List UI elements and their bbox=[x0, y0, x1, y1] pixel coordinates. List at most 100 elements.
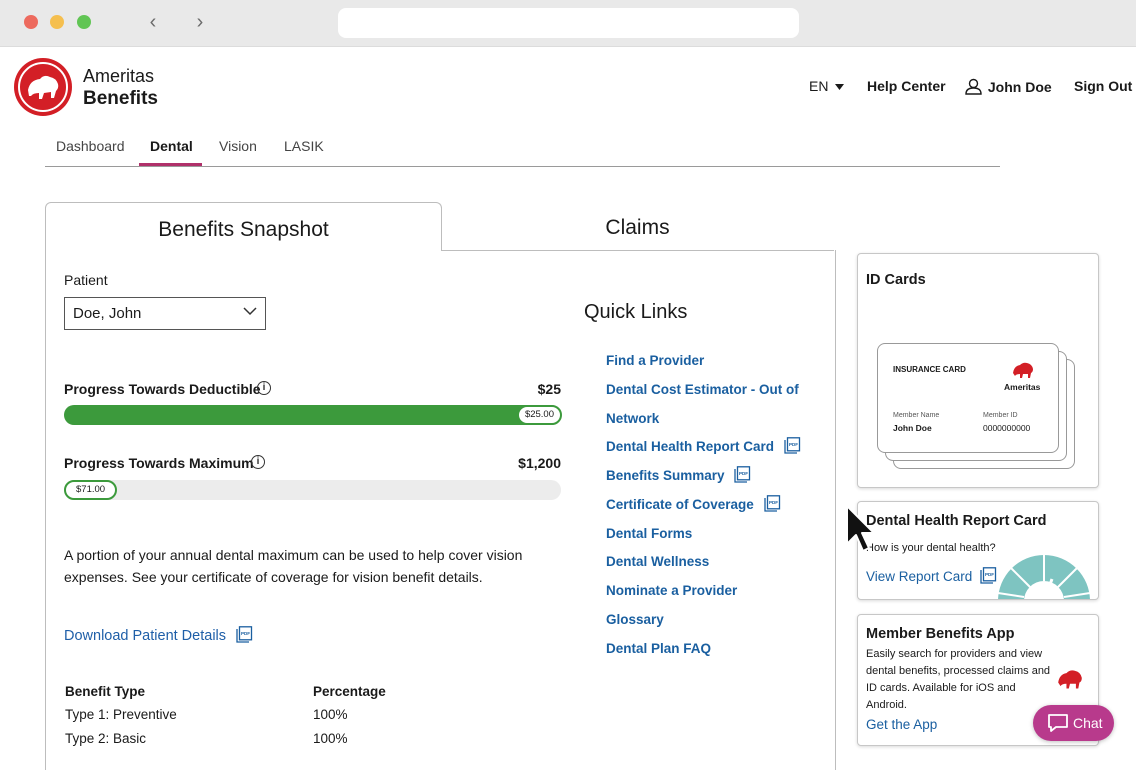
tab-vision[interactable]: Vision bbox=[219, 138, 257, 154]
tab-benefits-snapshot-label: Benefits Snapshot bbox=[158, 218, 329, 241]
member-app-line-1: Easily search for providers and view bbox=[866, 648, 1043, 660]
quick-link-report-card[interactable]: Dental Health Report Card PDF bbox=[606, 432, 801, 461]
member-app-line-2: dental benefits, processed claims and bbox=[866, 665, 1051, 677]
tab-dental[interactable]: Dental bbox=[150, 138, 193, 154]
svg-text:PDF: PDF bbox=[789, 442, 798, 447]
quick-link-find-provider[interactable]: Find a Provider bbox=[606, 346, 704, 375]
back-arrow-icon[interactable]: ‹ bbox=[143, 11, 163, 34]
deductible-progress-fill bbox=[64, 405, 561, 425]
browser-titlebar: ‹ › bbox=[0, 0, 1136, 47]
maximum-label: Progress Towards Maximum bbox=[64, 455, 254, 471]
download-patient-details-link[interactable]: Download Patient Details PDF bbox=[64, 626, 253, 644]
tab-claims[interactable]: Claims bbox=[441, 202, 834, 251]
pdf-icon: PDF bbox=[784, 437, 800, 454]
deductible-label: Progress Towards Deductible bbox=[64, 381, 261, 397]
quick-links-title: Quick Links bbox=[584, 301, 688, 323]
table-cell: 100% bbox=[313, 731, 348, 746]
member-app-title: Member Benefits App bbox=[866, 626, 1015, 642]
maximum-value-pill: $71.00 bbox=[64, 480, 118, 500]
health-gauge-icon bbox=[997, 555, 1091, 599]
brand-subtitle: Benefits bbox=[83, 88, 158, 109]
report-card-title: Dental Health Report Card bbox=[866, 513, 1047, 529]
view-report-card-link[interactable]: View Report Card PDF bbox=[866, 567, 997, 584]
quick-link-cost-estimator[interactable]: Dental Cost Estimator - Out of bbox=[606, 375, 799, 404]
member-app-line-4: Android. bbox=[866, 699, 907, 711]
info-icon[interactable]: i bbox=[251, 455, 265, 469]
user-menu[interactable]: John Doe bbox=[965, 78, 1052, 95]
deductible-value-pill: $25.00 bbox=[516, 405, 562, 425]
pdf-icon: PDF bbox=[734, 466, 751, 483]
ameritas-logo-icon[interactable] bbox=[14, 58, 72, 116]
member-name-label: Member Name bbox=[893, 412, 940, 419]
quick-link-certificate-label: Certificate of Coverage bbox=[606, 497, 754, 512]
quick-link-benefits-summary[interactable]: Benefits Summary PDF bbox=[606, 461, 751, 490]
close-window-button[interactable] bbox=[24, 15, 38, 29]
tab-lasik[interactable]: LASIK bbox=[284, 138, 324, 154]
report-card-question: How is your dental health? bbox=[866, 542, 996, 554]
bison-logo-icon bbox=[1013, 362, 1033, 378]
maximize-window-button[interactable] bbox=[77, 15, 91, 29]
svg-text:PDF: PDF bbox=[985, 572, 994, 577]
id-card-brand: Ameritas bbox=[1004, 382, 1041, 392]
id-cards-card[interactable]: ID Cards INSURANCE CARD Ameritas Member … bbox=[857, 253, 1099, 488]
language-label: EN bbox=[809, 78, 829, 94]
id-card-heading: INSURANCE CARD bbox=[893, 365, 966, 374]
info-icon[interactable]: i bbox=[257, 381, 271, 395]
chat-bubble-icon bbox=[1048, 714, 1068, 732]
get-the-app-link[interactable]: Get the App bbox=[866, 717, 937, 732]
caret-down-icon bbox=[835, 84, 845, 91]
quick-link-glossary[interactable]: Glossary bbox=[606, 605, 664, 634]
address-bar[interactable] bbox=[338, 8, 799, 38]
svg-text:PDF: PDF bbox=[241, 631, 250, 636]
tab-dashboard[interactable]: Dashboard bbox=[56, 138, 125, 154]
member-app-line-3: ID cards. Available for iOS and bbox=[866, 682, 1016, 694]
active-tab-indicator bbox=[139, 163, 202, 166]
member-id-label: Member ID bbox=[983, 412, 1018, 419]
quick-link-benefits-summary-label: Benefits Summary bbox=[606, 468, 725, 483]
minimize-window-button[interactable] bbox=[50, 15, 64, 29]
view-report-card-label: View Report Card bbox=[866, 569, 973, 584]
patient-label: Patient bbox=[64, 272, 108, 288]
maximum-amount: $1,200 bbox=[518, 455, 561, 471]
chat-button[interactable]: Chat bbox=[1033, 705, 1114, 741]
report-card-card[interactable]: Dental Health Report Card How is your de… bbox=[857, 501, 1099, 600]
forward-arrow-icon[interactable]: › bbox=[190, 11, 210, 34]
help-center-link[interactable]: Help Center bbox=[867, 78, 946, 94]
benefit-type-header: Benefit Type bbox=[65, 684, 146, 699]
deductible-amount: $25 bbox=[537, 381, 561, 397]
svg-text:PDF: PDF bbox=[739, 471, 748, 476]
quick-link-faq[interactable]: Dental Plan FAQ bbox=[606, 634, 711, 663]
percentage-header: Percentage bbox=[313, 684, 386, 699]
pdf-icon: PDF bbox=[236, 626, 253, 643]
quick-link-certificate[interactable]: Certificate of Coverage PDF bbox=[606, 490, 781, 519]
chevron-down-icon bbox=[243, 307, 257, 316]
tab-claims-label: Claims bbox=[605, 216, 670, 239]
quick-link-dental-wellness[interactable]: Dental Wellness bbox=[606, 547, 709, 576]
deductible-progress-bar: $25.00 bbox=[64, 405, 562, 425]
product-tabs: Dashboard Dental Vision LASIK bbox=[45, 128, 1000, 167]
quick-link-report-card-label: Dental Health Report Card bbox=[606, 439, 775, 454]
user-icon bbox=[965, 78, 982, 95]
brand-name: Ameritas bbox=[83, 66, 155, 86]
pdf-icon: PDF bbox=[763, 495, 780, 512]
tab-benefits-snapshot[interactable]: Benefits Snapshot bbox=[45, 202, 442, 251]
svg-text:PDF: PDF bbox=[769, 500, 778, 505]
table-cell: Type 2: Basic bbox=[65, 731, 147, 746]
chat-label: Chat bbox=[1073, 715, 1103, 731]
member-id: 0000000000 bbox=[983, 423, 1031, 433]
table-cell: Type 1: Preventive bbox=[65, 707, 177, 722]
quick-link-dental-forms[interactable]: Dental Forms bbox=[606, 519, 692, 548]
language-selector[interactable]: EN bbox=[809, 78, 845, 94]
mouse-cursor-icon bbox=[846, 505, 875, 552]
patient-select[interactable]: Doe, John bbox=[64, 297, 266, 330]
member-name: John Doe bbox=[893, 423, 932, 433]
download-patient-details-label: Download Patient Details bbox=[64, 628, 227, 644]
vision-benefit-note: A portion of your annual dental maximum … bbox=[64, 547, 523, 585]
quick-link-nominate-provider[interactable]: Nominate a Provider bbox=[606, 576, 737, 605]
id-cards-title: ID Cards bbox=[866, 272, 926, 288]
id-card-preview: INSURANCE CARD Ameritas Member Name John… bbox=[877, 343, 1059, 453]
sign-out-link[interactable]: Sign Out bbox=[1074, 78, 1132, 94]
table-cell: 100% bbox=[313, 707, 348, 722]
quick-link-cost-estimator-cont[interactable]: Network bbox=[606, 404, 659, 433]
bison-logo-icon bbox=[1058, 670, 1082, 689]
